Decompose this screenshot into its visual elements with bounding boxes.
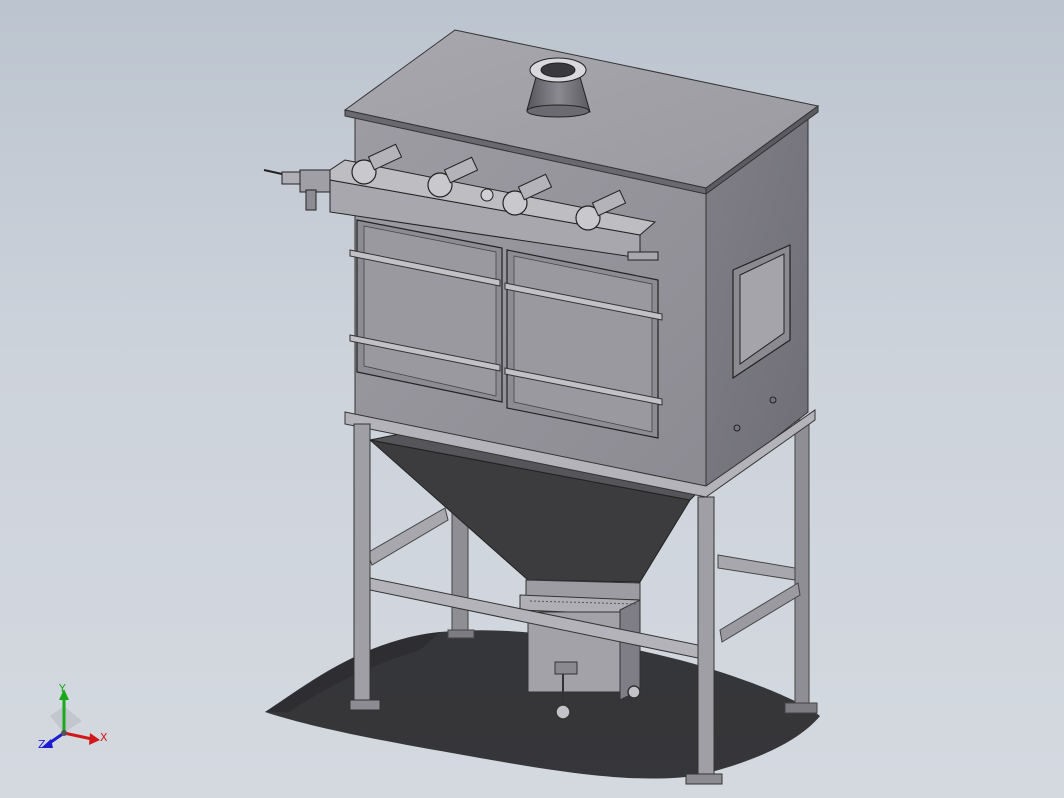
cad-viewport[interactable]: Y X Z [0, 0, 1064, 798]
triad-y-label: Y [59, 682, 66, 695]
access-door-right[interactable] [506, 249, 659, 439]
access-door-left[interactable] [356, 219, 503, 403]
inlet-cone[interactable] [526, 57, 591, 118]
air-inlet-fitting[interactable] [263, 169, 331, 211]
triad-x-label: X [100, 731, 108, 744]
dust-collector-model[interactable] [0, 0, 1064, 798]
triad-z-label: Z [38, 738, 46, 751]
pressure-gauge [480, 188, 494, 202]
coordinate-triad: Y X Z [30, 676, 120, 756]
